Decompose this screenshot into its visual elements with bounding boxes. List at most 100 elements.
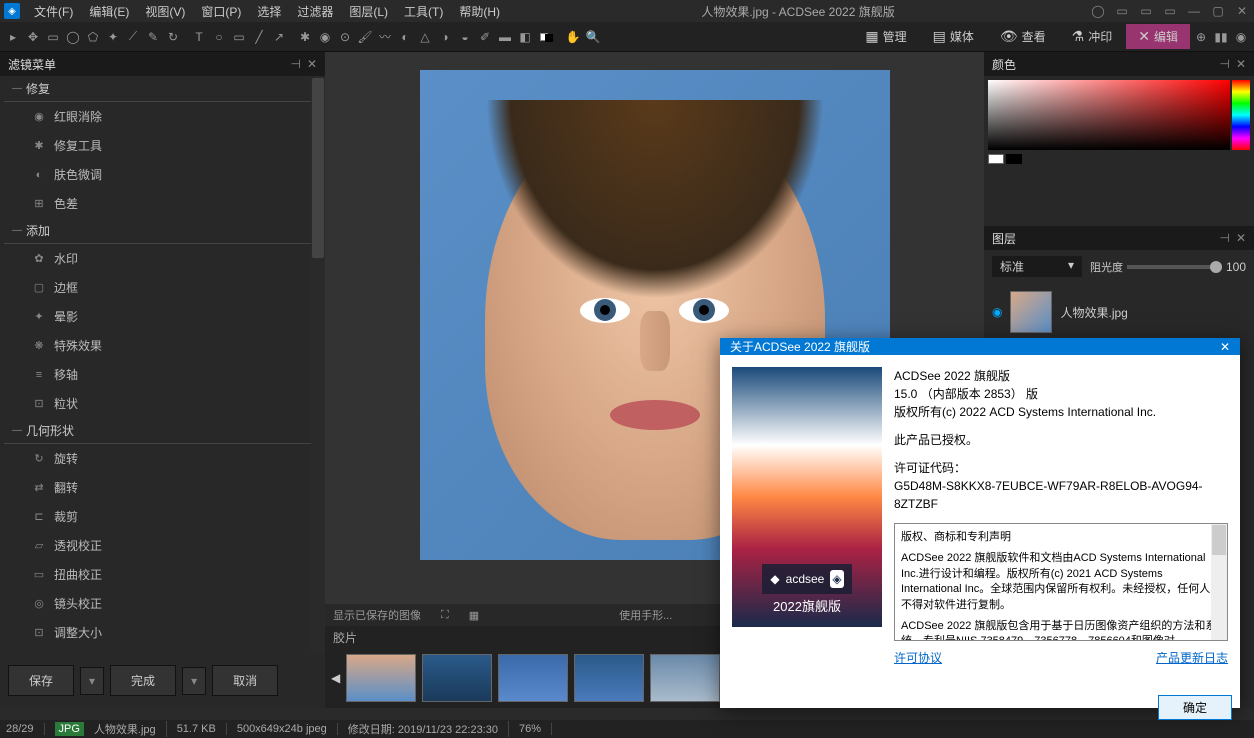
text-tool-icon[interactable]: T [190,28,208,46]
layer-visibility-icon[interactable]: ◉ [992,305,1002,319]
brush-select-icon[interactable]: ⟋ [124,28,142,46]
wand-icon[interactable]: ✦ [104,28,122,46]
menu-edit[interactable]: 编辑(E) [83,1,135,22]
panel2-icon[interactable]: ▭ [1138,3,1154,19]
menu-filter[interactable]: 过滤器 [291,1,339,22]
license-agreement-link[interactable]: 许可协议 [894,649,942,667]
mode-media[interactable]: ▤媒体 [921,24,986,49]
swatch-icon[interactable] [536,28,556,46]
rect-select-icon[interactable]: ▭ [44,28,62,46]
thumbnail[interactable] [650,654,720,702]
burn-icon[interactable]: ◒ [456,28,474,46]
panel-close-icon[interactable]: ✕ [1236,231,1246,245]
menu-view[interactable]: 视图(V) [139,1,191,22]
poly-icon[interactable]: ⬠ [84,28,102,46]
cancel-button[interactable]: 取消 [212,665,278,696]
save-dropdown-icon[interactable]: ▾ [80,667,104,695]
legal-scrollbar[interactable] [1211,524,1227,640]
mode-view[interactable]: 👁查看 [988,24,1058,49]
ellipse-icon[interactable]: ○ [210,28,228,46]
filter-item[interactable]: ⊡粒状 [4,389,317,418]
arrow-icon[interactable]: ↗ [270,28,288,46]
filter-item[interactable]: ✿水印 [4,244,317,273]
histogram-icon[interactable]: ▮▮ [1212,28,1230,46]
update-log-link[interactable]: 产品更新日志 [1156,649,1228,667]
brush-icon[interactable]: 🖌 [356,28,374,46]
filter-item[interactable]: ⊡调整大小 [4,618,317,647]
filter-item[interactable]: ⇄翻转 [4,473,317,502]
sharpen-icon[interactable]: △ [416,28,434,46]
hand-tool-icon[interactable]: ✋ [564,28,582,46]
heal-icon[interactable]: ✱ [296,28,314,46]
about-close-icon[interactable]: ✕ [1220,340,1230,354]
ok-button[interactable]: 确定 [1158,695,1232,720]
filter-section-header[interactable]: —几何形状 [4,418,317,444]
done-dropdown-icon[interactable]: ▾ [182,667,206,695]
scrollbar-thumb[interactable] [312,78,324,258]
panel-close-icon[interactable]: ✕ [1236,57,1246,71]
minimize-icon[interactable]: — [1186,3,1202,19]
filter-item[interactable]: ▢边框 [4,273,317,302]
fill-icon[interactable]: ▬ [496,28,514,46]
close-icon[interactable]: ✕ [1234,3,1250,19]
thumbnail[interactable] [346,654,416,702]
menu-select[interactable]: 选择 [251,1,287,22]
gradient-icon[interactable]: ◧ [516,28,534,46]
layer-item[interactable]: ◉ 人物效果.jpg [984,283,1254,341]
swatch-white[interactable] [988,154,1004,164]
filter-item[interactable]: ≡移轴 [4,360,317,389]
filter-item[interactable]: ≈液化 [4,647,317,653]
mode-manage[interactable]: ▦管理 [853,24,918,49]
menu-file[interactable]: 文件(F) [28,1,79,22]
extra1-icon[interactable]: ⊕ [1192,28,1210,46]
pointer-tool-icon[interactable]: ▸ [4,28,22,46]
mode-develop[interactable]: ⚗冲印 [1060,24,1125,49]
filter-item[interactable]: ◎镜头校正 [4,589,317,618]
pin-icon[interactable]: ⊣ [290,57,300,71]
blend-mode-select[interactable]: 标准▾ [992,256,1082,277]
menu-window[interactable]: 窗口(P) [195,1,247,22]
zoom-tool-icon[interactable]: 🔍 [584,28,602,46]
thumbnail[interactable] [574,654,644,702]
panel-close-icon[interactable]: ✕ [307,57,317,71]
clone-icon[interactable]: ◉ [316,28,334,46]
filter-item[interactable]: ◉红眼消除 [4,102,317,131]
filter-item[interactable]: ▱透视校正 [4,531,317,560]
filter-section-header[interactable]: —修复 [4,76,317,102]
filter-scrollbar[interactable] [311,76,325,653]
maximize-icon[interactable]: ▢ [1210,3,1226,19]
pen-tool-icon[interactable]: ✎ [144,28,162,46]
rect-icon[interactable]: ▭ [230,28,248,46]
redeye-icon[interactable]: ⊙ [336,28,354,46]
dodge-icon[interactable]: ◑ [436,28,454,46]
filter-item[interactable]: ⊏裁剪 [4,502,317,531]
pin-icon[interactable]: ⊣ [1219,57,1229,71]
pin-icon[interactable]: ⊣ [1219,231,1229,245]
filter-item[interactable]: ↻旋转 [4,444,317,473]
panel-icon[interactable]: ▭ [1114,3,1130,19]
saved-image-label[interactable]: 显示已保存的图像 [333,607,421,623]
done-button[interactable]: 完成 [110,665,176,696]
filter-item[interactable]: ◐肤色微调 [4,160,317,189]
filter-item[interactable]: ❋特殊效果 [4,331,317,360]
hue-slider[interactable] [1232,80,1250,150]
thumbnail[interactable] [498,654,568,702]
filter-item[interactable]: ✱修复工具 [4,131,317,160]
filter-section-header[interactable]: —添加 [4,218,317,244]
rotate-icon[interactable]: ↻ [164,28,182,46]
save-button[interactable]: 保存 [8,665,74,696]
user-icon[interactable]: ◯ [1090,3,1106,19]
swatch-black[interactable] [1006,154,1022,164]
actual-icon[interactable]: ▦ [469,609,479,622]
slider-thumb[interactable] [1210,261,1222,273]
blur-icon[interactable]: ◐ [396,28,414,46]
eyedropper-icon[interactable]: ✐ [476,28,494,46]
filmstrip-scroll-left-icon[interactable]: ◀ [331,671,340,685]
mode-edit[interactable]: ✕编辑 [1126,24,1190,49]
line-icon[interactable]: ╱ [250,28,268,46]
menu-layer[interactable]: 图层(L) [343,1,394,22]
about-titlebar[interactable]: 关于ACDSee 2022 旗舰版 ✕ [720,338,1240,355]
color-gradient[interactable] [988,80,1250,150]
move-tool-icon[interactable]: ✥ [24,28,42,46]
smudge-icon[interactable]: 〰 [376,28,394,46]
